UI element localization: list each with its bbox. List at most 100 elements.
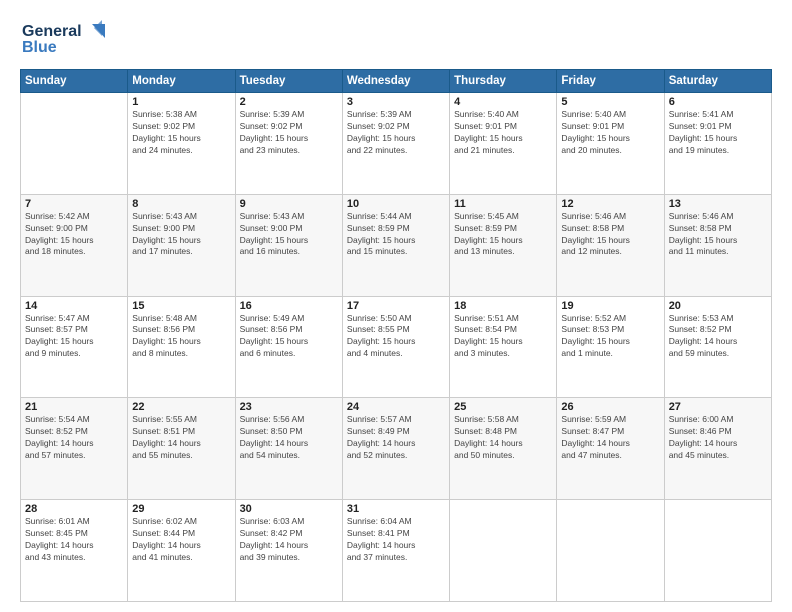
day-info: Sunrise: 5:52 AM Sunset: 8:53 PM Dayligh… [561, 313, 659, 361]
day-number: 11 [454, 198, 552, 210]
day-info: Sunrise: 6:00 AM Sunset: 8:46 PM Dayligh… [669, 414, 767, 462]
day-info: Sunrise: 5:40 AM Sunset: 9:01 PM Dayligh… [454, 109, 552, 157]
svg-text:Blue: Blue [22, 39, 57, 56]
calendar-cell: 29Sunrise: 6:02 AM Sunset: 8:44 PM Dayli… [128, 500, 235, 602]
calendar-cell: 2Sunrise: 5:39 AM Sunset: 9:02 PM Daylig… [235, 93, 342, 195]
logo-svg: General Blue [20, 16, 110, 61]
day-number: 19 [561, 300, 659, 312]
day-number: 27 [669, 401, 767, 413]
calendar-cell [21, 93, 128, 195]
day-number: 2 [240, 96, 338, 108]
day-number: 29 [132, 503, 230, 515]
day-header-wednesday: Wednesday [342, 70, 449, 93]
calendar-cell: 14Sunrise: 5:47 AM Sunset: 8:57 PM Dayli… [21, 296, 128, 398]
day-info: Sunrise: 5:43 AM Sunset: 9:00 PM Dayligh… [240, 211, 338, 259]
day-header-friday: Friday [557, 70, 664, 93]
day-info: Sunrise: 6:04 AM Sunset: 8:41 PM Dayligh… [347, 516, 445, 564]
day-number: 26 [561, 401, 659, 413]
calendar-cell: 12Sunrise: 5:46 AM Sunset: 8:58 PM Dayli… [557, 194, 664, 296]
day-info: Sunrise: 5:38 AM Sunset: 9:02 PM Dayligh… [132, 109, 230, 157]
day-info: Sunrise: 6:02 AM Sunset: 8:44 PM Dayligh… [132, 516, 230, 564]
calendar-cell: 1Sunrise: 5:38 AM Sunset: 9:02 PM Daylig… [128, 93, 235, 195]
day-number: 12 [561, 198, 659, 210]
calendar-cell: 26Sunrise: 5:59 AM Sunset: 8:47 PM Dayli… [557, 398, 664, 500]
calendar-cell: 5Sunrise: 5:40 AM Sunset: 9:01 PM Daylig… [557, 93, 664, 195]
day-number: 4 [454, 96, 552, 108]
week-row-4: 21Sunrise: 5:54 AM Sunset: 8:52 PM Dayli… [21, 398, 772, 500]
day-info: Sunrise: 5:56 AM Sunset: 8:50 PM Dayligh… [240, 414, 338, 462]
calendar-cell: 30Sunrise: 6:03 AM Sunset: 8:42 PM Dayli… [235, 500, 342, 602]
day-number: 9 [240, 198, 338, 210]
day-number: 7 [25, 198, 123, 210]
calendar-cell: 16Sunrise: 5:49 AM Sunset: 8:56 PM Dayli… [235, 296, 342, 398]
svg-text:General: General [22, 23, 82, 40]
day-number: 17 [347, 300, 445, 312]
calendar-cell [557, 500, 664, 602]
day-number: 6 [669, 96, 767, 108]
day-number: 15 [132, 300, 230, 312]
day-info: Sunrise: 5:39 AM Sunset: 9:02 PM Dayligh… [240, 109, 338, 157]
calendar-cell: 8Sunrise: 5:43 AM Sunset: 9:00 PM Daylig… [128, 194, 235, 296]
day-number: 13 [669, 198, 767, 210]
logo: General Blue [20, 16, 110, 61]
day-info: Sunrise: 5:49 AM Sunset: 8:56 PM Dayligh… [240, 313, 338, 361]
calendar-cell: 11Sunrise: 5:45 AM Sunset: 8:59 PM Dayli… [450, 194, 557, 296]
day-number: 16 [240, 300, 338, 312]
days-header-row: SundayMondayTuesdayWednesdayThursdayFrid… [21, 70, 772, 93]
day-number: 25 [454, 401, 552, 413]
calendar-cell: 24Sunrise: 5:57 AM Sunset: 8:49 PM Dayli… [342, 398, 449, 500]
day-number: 10 [347, 198, 445, 210]
day-number: 23 [240, 401, 338, 413]
calendar-cell: 15Sunrise: 5:48 AM Sunset: 8:56 PM Dayli… [128, 296, 235, 398]
day-info: Sunrise: 5:40 AM Sunset: 9:01 PM Dayligh… [561, 109, 659, 157]
calendar-cell: 18Sunrise: 5:51 AM Sunset: 8:54 PM Dayli… [450, 296, 557, 398]
day-info: Sunrise: 5:44 AM Sunset: 8:59 PM Dayligh… [347, 211, 445, 259]
day-info: Sunrise: 5:51 AM Sunset: 8:54 PM Dayligh… [454, 313, 552, 361]
day-info: Sunrise: 5:59 AM Sunset: 8:47 PM Dayligh… [561, 414, 659, 462]
day-info: Sunrise: 5:39 AM Sunset: 9:02 PM Dayligh… [347, 109, 445, 157]
calendar-cell: 3Sunrise: 5:39 AM Sunset: 9:02 PM Daylig… [342, 93, 449, 195]
week-row-1: 1Sunrise: 5:38 AM Sunset: 9:02 PM Daylig… [21, 93, 772, 195]
day-info: Sunrise: 5:46 AM Sunset: 8:58 PM Dayligh… [561, 211, 659, 259]
calendar-cell: 17Sunrise: 5:50 AM Sunset: 8:55 PM Dayli… [342, 296, 449, 398]
day-number: 1 [132, 96, 230, 108]
day-info: Sunrise: 5:57 AM Sunset: 8:49 PM Dayligh… [347, 414, 445, 462]
day-info: Sunrise: 5:42 AM Sunset: 9:00 PM Dayligh… [25, 211, 123, 259]
calendar-cell: 31Sunrise: 6:04 AM Sunset: 8:41 PM Dayli… [342, 500, 449, 602]
calendar-cell: 10Sunrise: 5:44 AM Sunset: 8:59 PM Dayli… [342, 194, 449, 296]
calendar-cell: 28Sunrise: 6:01 AM Sunset: 8:45 PM Dayli… [21, 500, 128, 602]
day-info: Sunrise: 6:01 AM Sunset: 8:45 PM Dayligh… [25, 516, 123, 564]
day-number: 5 [561, 96, 659, 108]
day-header-thursday: Thursday [450, 70, 557, 93]
calendar-cell [450, 500, 557, 602]
calendar-cell: 7Sunrise: 5:42 AM Sunset: 9:00 PM Daylig… [21, 194, 128, 296]
day-info: Sunrise: 6:03 AM Sunset: 8:42 PM Dayligh… [240, 516, 338, 564]
day-number: 21 [25, 401, 123, 413]
day-info: Sunrise: 5:47 AM Sunset: 8:57 PM Dayligh… [25, 313, 123, 361]
day-header-tuesday: Tuesday [235, 70, 342, 93]
day-info: Sunrise: 5:41 AM Sunset: 9:01 PM Dayligh… [669, 109, 767, 157]
day-number: 18 [454, 300, 552, 312]
day-number: 24 [347, 401, 445, 413]
week-row-5: 28Sunrise: 6:01 AM Sunset: 8:45 PM Dayli… [21, 500, 772, 602]
day-info: Sunrise: 5:46 AM Sunset: 8:58 PM Dayligh… [669, 211, 767, 259]
calendar-cell: 25Sunrise: 5:58 AM Sunset: 8:48 PM Dayli… [450, 398, 557, 500]
day-info: Sunrise: 5:58 AM Sunset: 8:48 PM Dayligh… [454, 414, 552, 462]
day-info: Sunrise: 5:43 AM Sunset: 9:00 PM Dayligh… [132, 211, 230, 259]
day-info: Sunrise: 5:45 AM Sunset: 8:59 PM Dayligh… [454, 211, 552, 259]
week-row-2: 7Sunrise: 5:42 AM Sunset: 9:00 PM Daylig… [21, 194, 772, 296]
day-info: Sunrise: 5:55 AM Sunset: 8:51 PM Dayligh… [132, 414, 230, 462]
calendar-cell: 21Sunrise: 5:54 AM Sunset: 8:52 PM Dayli… [21, 398, 128, 500]
day-number: 30 [240, 503, 338, 515]
calendar-cell: 22Sunrise: 5:55 AM Sunset: 8:51 PM Dayli… [128, 398, 235, 500]
day-number: 20 [669, 300, 767, 312]
day-header-saturday: Saturday [664, 70, 771, 93]
calendar-cell: 4Sunrise: 5:40 AM Sunset: 9:01 PM Daylig… [450, 93, 557, 195]
day-number: 22 [132, 401, 230, 413]
calendar-table: SundayMondayTuesdayWednesdayThursdayFrid… [20, 69, 772, 602]
calendar-page: General Blue SundayMondayTuesdayWednesda… [0, 0, 792, 612]
day-header-sunday: Sunday [21, 70, 128, 93]
calendar-cell: 13Sunrise: 5:46 AM Sunset: 8:58 PM Dayli… [664, 194, 771, 296]
day-number: 14 [25, 300, 123, 312]
day-number: 28 [25, 503, 123, 515]
